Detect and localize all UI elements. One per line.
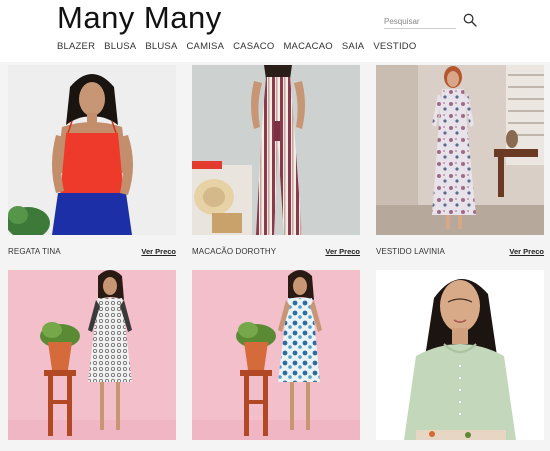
site-header: Many Many BLAZER BLUSA BLUSA CAMISA CASA…	[0, 0, 550, 62]
nav-item-macacao[interactable]: MACACAO	[283, 40, 332, 54]
main-nav: BLAZER BLUSA BLUSA CAMISA CASACO MACACAO…	[57, 40, 425, 54]
nav-item-saia[interactable]: SAIA	[342, 40, 364, 54]
view-price-link[interactable]: Ver Preco	[509, 247, 544, 256]
product-photo[interactable]	[192, 270, 360, 440]
nav-item-vestido[interactable]: VESTIDO	[373, 40, 416, 54]
product-caption: REGATA TINA Ver Preco	[8, 245, 176, 257]
view-price-link[interactable]: Ver Preco	[141, 247, 176, 256]
search-icon[interactable]	[463, 13, 477, 27]
product-name[interactable]: MACACÃO DOROTHY	[192, 247, 276, 256]
nav-item-casaco[interactable]: CASACO	[233, 40, 274, 54]
product-name[interactable]: VESTIDO LAVINIA	[376, 247, 445, 256]
product-photo[interactable]	[376, 270, 544, 440]
product-caption: VESTIDO LAVINIA Ver Preco	[376, 245, 544, 257]
product-photo[interactable]	[8, 270, 176, 440]
product-photo[interactable]	[376, 65, 544, 235]
nav-item-camisa[interactable]: CAMISA	[186, 40, 224, 54]
search-input[interactable]	[384, 14, 456, 29]
brand-logo[interactable]: Many Many	[57, 0, 222, 36]
product-name[interactable]: REGATA TINA	[8, 247, 61, 256]
search-box	[384, 12, 477, 30]
nav-item-blazer[interactable]: BLAZER	[57, 40, 95, 54]
product-photo[interactable]	[192, 65, 360, 235]
nav-item-blusa[interactable]: BLUSA	[104, 40, 136, 54]
nav-item-blusa-2[interactable]: BLUSA	[145, 40, 177, 54]
product-caption: MACACÃO DOROTHY Ver Preco	[192, 245, 360, 257]
view-price-link[interactable]: Ver Preco	[325, 247, 360, 256]
product-photo[interactable]	[8, 65, 176, 235]
